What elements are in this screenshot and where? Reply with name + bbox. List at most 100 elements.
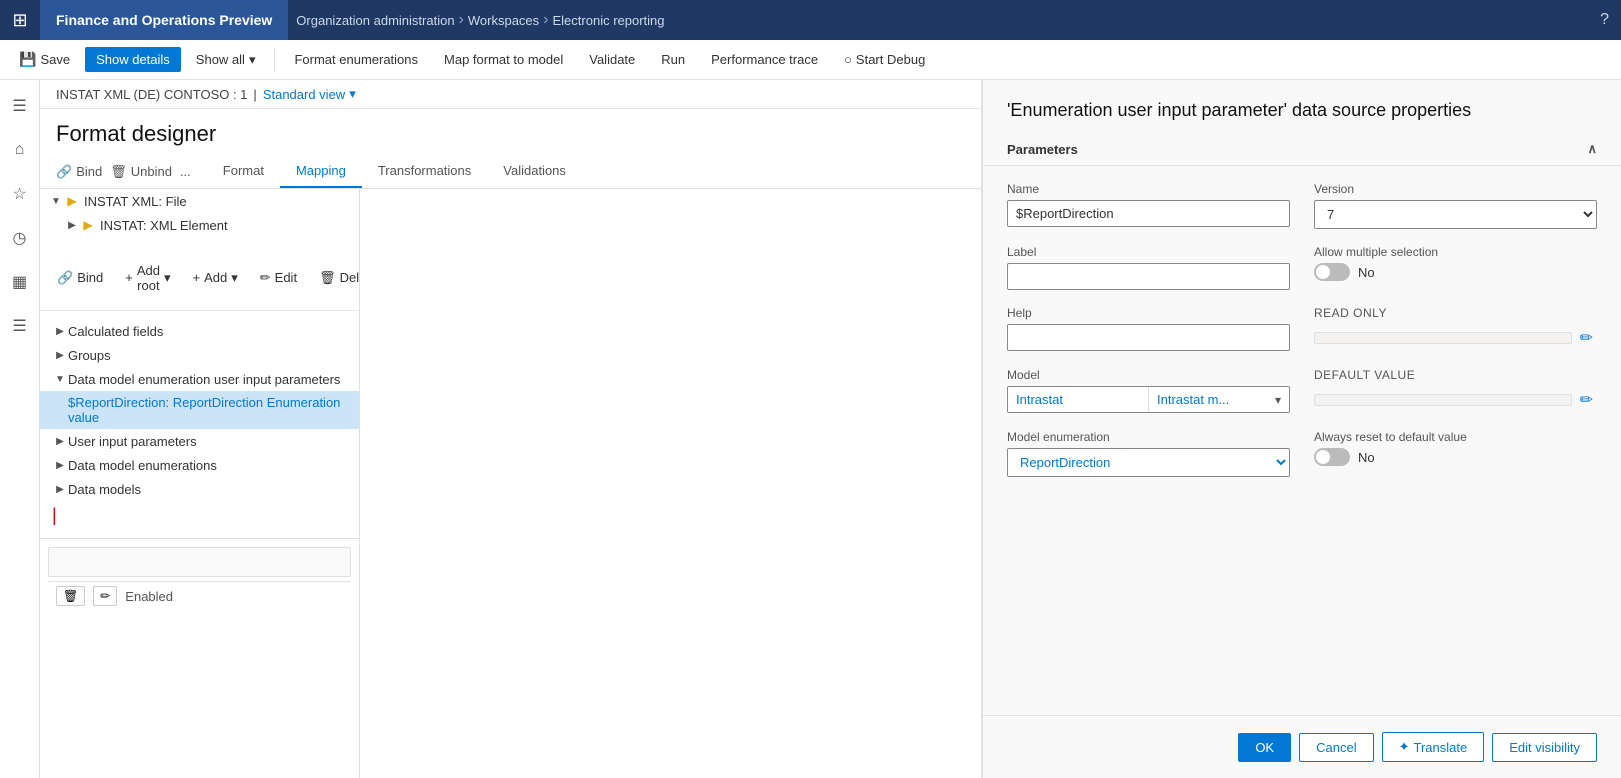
red-cursor-indicator: |: [40, 501, 359, 530]
ds-edit-button[interactable]: ✏ Edit: [251, 266, 306, 290]
model-enum-reset-row: Model enumeration ReportDirection Always…: [1007, 430, 1597, 477]
cancel-button[interactable]: Cancel: [1299, 733, 1373, 762]
format-enumerations-button[interactable]: Format enumerations: [283, 47, 429, 72]
sidebar-home-icon[interactable]: ⌂: [2, 132, 38, 168]
allow-multiple-toggle-row: No: [1314, 263, 1597, 281]
save-icon: 💾: [19, 51, 36, 68]
name-input[interactable]: [1007, 200, 1290, 227]
performance-trace-button[interactable]: Performance trace: [700, 47, 829, 72]
ds-node-report-direction[interactable]: $ReportDirection: ReportDirection Enumer…: [40, 391, 359, 429]
sidebar-clock-icon[interactable]: ◷: [2, 220, 38, 256]
help-input[interactable]: [1007, 324, 1290, 351]
bottom-status-bar: 🗑 ✏ Enabled: [48, 581, 351, 610]
validate-button[interactable]: Validate: [578, 47, 646, 72]
allow-multiple-toggle[interactable]: [1314, 263, 1350, 281]
tabs-bar: 🔗 Bind 🗑 Unbind ... Format Mapping Trans…: [40, 155, 981, 189]
tree-node-file[interactable]: ▼ ▶ INSTAT XML: File: [40, 189, 359, 213]
map-format-to-model-button[interactable]: Map format to model: [433, 47, 574, 72]
ds-node-enum-params[interactable]: ▼ Data model enumeration user input para…: [40, 367, 359, 391]
ds-add-button[interactable]: + Add ▾: [183, 266, 246, 290]
ds-bind-button[interactable]: 🔗 Bind: [48, 266, 112, 290]
ok-button[interactable]: OK: [1238, 733, 1291, 762]
expand-icon-file: ▼: [48, 193, 64, 209]
tab-mapping[interactable]: Mapping: [280, 155, 362, 188]
name-label: Name: [1007, 182, 1290, 196]
ds-node-model-enums[interactable]: ▶ Data model enumerations: [40, 453, 359, 477]
view-selector[interactable]: Standard view ▾: [263, 86, 356, 102]
expand-arrow-user: ▶: [52, 433, 68, 449]
edit-formula-button[interactable]: ✏: [93, 586, 117, 606]
save-button[interactable]: 💾 Save: [8, 46, 81, 73]
grid-menu-icon[interactable]: ⊞: [0, 0, 40, 40]
start-debug-button[interactable]: ○ Start Debug: [833, 47, 936, 72]
sep-toolbar-1: [274, 48, 275, 72]
expand-arrow-calc: ▶: [52, 323, 68, 339]
label-input[interactable]: [1007, 263, 1290, 290]
show-details-button[interactable]: Show details: [85, 47, 181, 72]
translate-button[interactable]: ✦ Translate: [1382, 732, 1485, 762]
model-enumeration-select[interactable]: ReportDirection: [1007, 448, 1290, 477]
ds-node-groups[interactable]: ▶ Groups: [40, 343, 359, 367]
always-reset-toggle-row: No: [1314, 448, 1597, 466]
ds-node-user-input[interactable]: ▶ User input parameters: [40, 429, 359, 453]
mapping-area: ▼ ▶ INSTAT XML: File ▶ ▶ INSTAT: XML Ele…: [40, 189, 981, 778]
readonly-edit-icon[interactable]: ✏: [1576, 324, 1597, 352]
tab-format[interactable]: Format: [207, 155, 280, 188]
run-button[interactable]: Run: [650, 47, 696, 72]
enabled-label: Enabled: [125, 589, 173, 604]
expand-arrow-models: ▶: [52, 481, 68, 497]
edit-visibility-button[interactable]: Edit visibility: [1492, 733, 1597, 762]
tree-node-element[interactable]: ▶ ▶ INSTAT: XML Element: [40, 213, 359, 237]
label-allowmulti-row: Label Allow multiple selection No: [1007, 245, 1597, 290]
breadcrumb-workspaces[interactable]: Workspaces: [468, 13, 539, 28]
readonly-input: [1314, 332, 1572, 344]
show-all-button[interactable]: Show all ▾: [185, 47, 267, 73]
breadcrumb: Organization administration › Workspaces…: [296, 11, 664, 29]
pipe-sep: |: [253, 87, 256, 102]
model-left-part: Intrastat: [1008, 387, 1148, 412]
model-select-row[interactable]: Intrastat Intrastat m... ▾: [1007, 386, 1290, 413]
sidebar-grid-icon[interactable]: ▦: [2, 264, 38, 300]
model-right-part: Intrastat m... ▾: [1148, 387, 1289, 412]
readonly-field: READ ONLY ✏: [1314, 306, 1597, 352]
parameters-section-header: Parameters ∧: [983, 133, 1621, 166]
default-value-edit-icon[interactable]: ✏: [1576, 386, 1597, 414]
label-field: Label: [1007, 245, 1290, 290]
more-link[interactable]: ...: [180, 164, 191, 179]
plus-icon-add: +: [192, 270, 200, 285]
sidebar-star-icon[interactable]: ☆: [2, 176, 38, 212]
expand-arrow-groups: ▶: [52, 347, 68, 363]
tab-transformations[interactable]: Transformations: [362, 155, 487, 188]
bind-link[interactable]: 🔗 Bind: [56, 164, 102, 180]
breadcrumb-org[interactable]: Organization administration: [296, 13, 454, 28]
ds-delete-button[interactable]: 🗑 Delete: [310, 266, 360, 290]
allow-multiple-label: Allow multiple selection: [1314, 245, 1597, 259]
ds-add-root-button[interactable]: + Add root ▾: [116, 259, 179, 297]
breadcrumb-electronic-reporting[interactable]: Electronic reporting: [553, 13, 665, 28]
help-icon[interactable]: ?: [1600, 11, 1609, 29]
content-breadcrumb-text: INSTAT XML (DE) CONTOSO : 1: [56, 87, 247, 102]
content-breadcrumb: INSTAT XML (DE) CONTOSO : 1 | Standard v…: [40, 80, 981, 109]
version-select[interactable]: 7: [1314, 200, 1597, 229]
sidebar-menu-icon[interactable]: ☰: [2, 88, 38, 124]
datasource-tree: ▶ Calculated fields ▶ Groups ▼ Data mode…: [40, 311, 359, 538]
version-field: Version 7: [1314, 182, 1597, 229]
parameters-collapse-icon[interactable]: ∧: [1587, 141, 1597, 157]
formula-textarea[interactable]: [48, 547, 351, 577]
chevron-add: ▾: [231, 270, 238, 286]
model-label: Model: [1007, 368, 1290, 382]
default-value-input: [1314, 394, 1572, 406]
ds-node-data-models[interactable]: ▶ Data models: [40, 477, 359, 501]
sidebar-list-icon[interactable]: ☰: [2, 308, 38, 344]
unbind-link[interactable]: 🗑 Unbind: [110, 164, 172, 180]
label-label: Label: [1007, 245, 1290, 259]
ds-node-calculated-fields[interactable]: ▶ Calculated fields: [40, 319, 359, 343]
always-reset-toggle[interactable]: [1314, 448, 1350, 466]
delete-formula-button[interactable]: 🗑: [56, 586, 85, 606]
sep-2: ›: [543, 11, 548, 29]
file-icon: ▶: [64, 193, 80, 209]
always-reset-knob: [1316, 450, 1330, 464]
model-chevron-icon: ▾: [1275, 393, 1281, 407]
tab-validations[interactable]: Validations: [487, 155, 582, 188]
version-label: Version: [1314, 182, 1597, 196]
